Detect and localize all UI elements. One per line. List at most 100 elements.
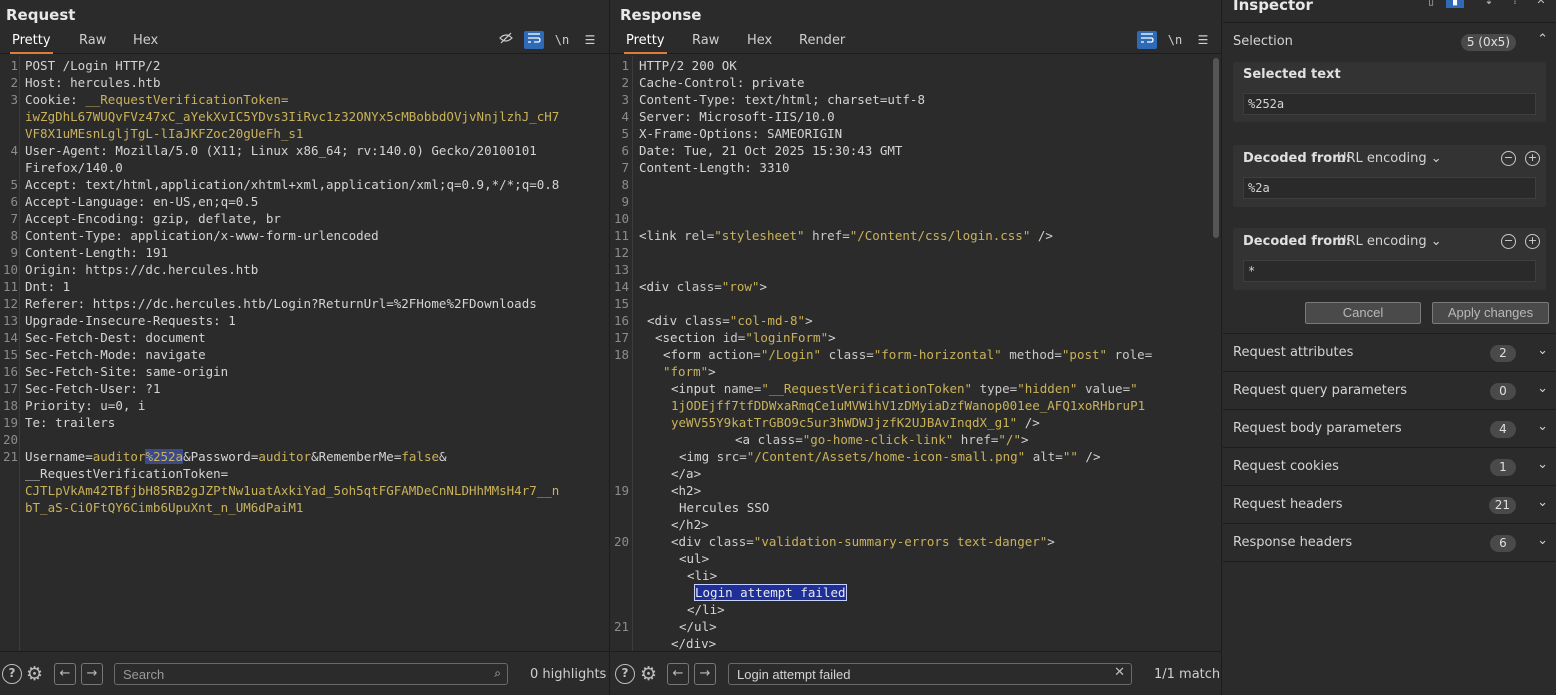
clear-icon[interactable]: ✕ — [1114, 665, 1125, 680]
code-token: Accept-Encoding: — [25, 211, 153, 226]
inspector-section[interactable]: Request attributes 2 ⌄ — [1223, 333, 1556, 371]
newline-icon[interactable]: \n — [1165, 31, 1185, 49]
inspector-section[interactable]: Request cookies 1 ⌄ — [1223, 447, 1556, 485]
code-token: Microsoft-IIS/10.0 — [699, 109, 835, 124]
line-number: 13 — [2, 313, 18, 328]
help-icon[interactable]: ? — [615, 664, 635, 684]
request-search[interactable]: ⌕ — [114, 663, 508, 685]
line-number: 11 — [613, 228, 629, 243]
code-token: Hercules SSO — [679, 500, 770, 515]
decoded-value[interactable]: * — [1243, 260, 1536, 282]
code-token: auditor — [92, 449, 146, 464]
inspector-section[interactable]: Request query parameters 0 ⌄ — [1223, 371, 1556, 409]
minus-circle-icon[interactable]: − — [1501, 234, 1516, 249]
newline-icon[interactable]: \n — [552, 31, 572, 49]
divider — [1223, 561, 1556, 562]
tab-hex[interactable]: Hex — [131, 30, 160, 54]
close-icon[interactable]: ✕ — [1532, 0, 1550, 8]
code-token: Cookie: — [25, 92, 86, 107]
selected-text-value[interactable]: %252a — [1243, 93, 1536, 115]
tab-pretty[interactable]: Pretty — [10, 30, 53, 54]
tab-pretty[interactable]: Pretty — [624, 30, 667, 54]
selection-header[interactable]: Selection 5 (0x5) ⌃ — [1223, 22, 1556, 60]
chevron-up-icon[interactable]: ⌃ — [1537, 32, 1548, 47]
menu-icon[interactable]: ☰ — [1193, 31, 1213, 49]
line-number: 16 — [613, 313, 629, 328]
inspector-section[interactable]: Response headers 6 ⌄ — [1223, 523, 1556, 561]
code-token: document — [145, 330, 206, 345]
arrow-right-icon[interactable]: → — [694, 663, 716, 685]
request-search-input[interactable] — [123, 666, 457, 682]
request-footer: ? ⚙ ← → ⌕ 0 highlights — [0, 651, 609, 695]
chevron-down-icon[interactable]: ⌄ — [1537, 381, 1548, 396]
request-editor[interactable]: 1 POST /Login HTTP/2 2 Host: hercules.htb 3 C… — [0, 56, 609, 651]
code-token: private — [751, 75, 805, 90]
response-scrollbar[interactable] — [1213, 58, 1219, 238]
encoding-select[interactable]: URL encoding ⌄ — [1337, 151, 1442, 169]
plus-circle-icon[interactable]: + — [1525, 151, 1540, 166]
tab-raw[interactable]: Raw — [77, 30, 108, 54]
section-count: 1 — [1490, 459, 1516, 476]
help-icon[interactable]: ? — [2, 664, 22, 684]
code-token: "/" — [998, 432, 1021, 447]
decoded-card-1: Decoded from: URL encoding ⌄ − + %2a — [1233, 145, 1546, 207]
response-search[interactable]: ✕ — [728, 663, 1132, 685]
layout-right-icon[interactable]: ▮ — [1446, 0, 1464, 8]
gear-icon[interactable]: ⚙ — [26, 663, 43, 685]
inspector-section[interactable]: Request headers 21 ⌄ — [1223, 485, 1556, 523]
arrow-left-icon[interactable]: ← — [667, 663, 689, 685]
section-label: Request attributes — [1233, 345, 1354, 360]
code-token: href= — [804, 228, 850, 243]
tab-hex[interactable]: Hex — [745, 30, 774, 54]
code-token: Sec-Fetch-Mode: — [25, 347, 146, 362]
search-icon[interactable]: ⌕ — [494, 666, 501, 681]
code-line: </ul> — [679, 618, 717, 635]
code-token: 1 — [228, 313, 236, 328]
decoded-value[interactable]: %2a — [1243, 177, 1536, 199]
highlights-count: 0 highlights — [530, 667, 607, 682]
wrap-icon[interactable] — [1137, 31, 1157, 49]
minus-circle-icon[interactable]: − — [1501, 151, 1516, 166]
code-line: Content-Type: text/html; charset=utf-8 — [639, 91, 925, 108]
code-line: Cache-Control: private — [639, 74, 805, 91]
chevron-down-icon[interactable]: ⌄ — [1537, 343, 1548, 358]
layout-left-icon[interactable]: ▯ — [1422, 0, 1440, 8]
wrap-icon[interactable] — [524, 31, 544, 49]
chevron-down-icon[interactable]: ⌄ — [1537, 495, 1548, 510]
collapse-icon[interactable]: ⇡ — [1506, 0, 1524, 8]
code-token: "go-home-click-link" — [802, 432, 954, 447]
code-token: class= — [821, 347, 874, 362]
arrow-right-icon[interactable]: → — [81, 663, 103, 685]
section-label: Request cookies — [1233, 459, 1339, 474]
code-line: X-Frame-Options: SAMEORIGIN — [639, 125, 842, 142]
selected-text-label: Selected text — [1243, 67, 1341, 82]
chevron-down-icon[interactable]: ⌄ — [1537, 457, 1548, 472]
arrow-left-icon[interactable]: ← — [54, 663, 76, 685]
encoding-select[interactable]: URL encoding ⌄ — [1337, 234, 1442, 252]
code-line: CJTLpVkAm42TBfjbH85RB2gJZPtNw1uatAxkiYad… — [25, 482, 559, 499]
plus-circle-icon[interactable]: + — [1525, 234, 1540, 249]
line-number: 4 — [621, 109, 629, 124]
selection-count: 5 (0x5) — [1460, 34, 1516, 51]
menu-icon[interactable]: ☰ — [580, 31, 600, 49]
code-line: Accept: text/html,application/xhtml+xml,… — [25, 176, 559, 193]
inspector-section[interactable]: Request body parameters 4 ⌄ — [1223, 409, 1556, 447]
expand-icon[interactable]: ⇣ — [1480, 0, 1498, 8]
apply-changes-button[interactable]: Apply changes — [1432, 302, 1549, 324]
cancel-button[interactable]: Cancel — [1305, 302, 1421, 324]
code-token: __RequestVerificationToken — [25, 466, 221, 481]
code-token: "col-md-8" — [729, 313, 806, 328]
hide-icon[interactable] — [496, 31, 516, 49]
chevron-down-icon[interactable]: ⌄ — [1537, 533, 1548, 548]
gear-icon[interactable]: ⚙ — [640, 663, 657, 685]
line-number: 21 — [613, 619, 629, 634]
response-search-input[interactable] — [737, 666, 1079, 682]
code-token: "" — [1062, 449, 1078, 464]
section-count: 0 — [1490, 383, 1516, 400]
tab-render[interactable]: Render — [797, 30, 847, 54]
chevron-down-icon[interactable]: ⌄ — [1537, 419, 1548, 434]
tab-raw[interactable]: Raw — [690, 30, 721, 54]
response-editor[interactable]: 1 HTTP/2 200 OK 2 Cache-Control: private 3 Co… — [611, 56, 1221, 651]
code-token: Content-Type: — [639, 92, 745, 107]
code-token: & — [311, 449, 319, 464]
